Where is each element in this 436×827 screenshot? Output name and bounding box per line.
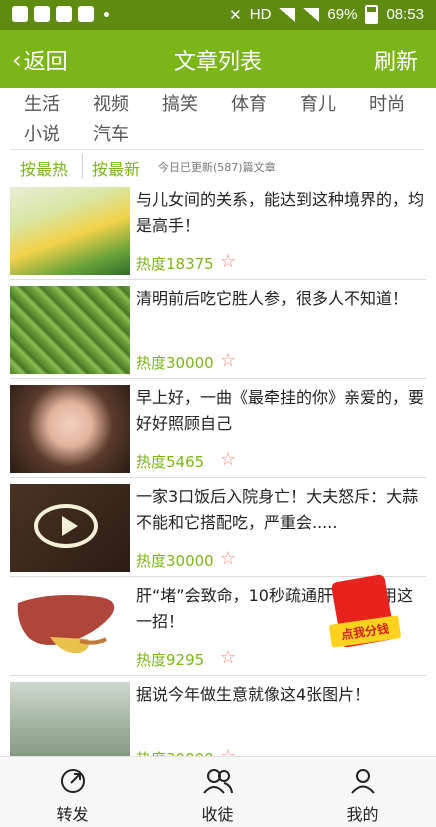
users-icon — [202, 769, 233, 794]
category-item[interactable]: 汽车 — [93, 120, 129, 146]
star-icon[interactable]: ☆ — [220, 350, 236, 371]
signal-icon — [303, 7, 320, 22]
category-item[interactable]: 视频 — [93, 90, 129, 116]
battery-percent: 69% — [327, 6, 358, 23]
article-title: 据说今年做生意就像这4张图片！ — [136, 685, 371, 704]
bottom-tab-bar: 转发 收徒 我的 — [0, 756, 436, 827]
article-item[interactable]: 早上好，一曲《最牵挂的你》亲爱的，要好好照顾自己 热度5465 ☆ — [10, 379, 426, 478]
tab-share-label: 转发 — [56, 805, 89, 824]
page-title: 文章列表 — [173, 50, 262, 75]
article-title: 早上好，一曲《最牵挂的你》亲爱的，要好好照顾自己 — [136, 388, 425, 433]
category-item[interactable]: 育儿 — [300, 90, 336, 116]
message-icon — [12, 6, 28, 22]
star-icon[interactable]: ☆ — [220, 251, 236, 272]
tab-mine[interactable]: 我的 — [290, 757, 435, 827]
share-icon — [60, 769, 85, 793]
star-icon[interactable]: ☆ — [220, 548, 236, 569]
category-item[interactable]: 生活 — [24, 90, 60, 116]
wifi-icon — [279, 7, 296, 22]
article-thumbnail — [10, 484, 130, 572]
hd-badge: HD — [249, 6, 272, 23]
category-item[interactable]: 小说 — [24, 120, 60, 146]
update-info: 今日已更新(587)篇文章 — [158, 161, 276, 174]
category-item[interactable]: 时尚 — [369, 90, 405, 116]
clock: 08:53 — [386, 6, 424, 23]
article-thumbnail — [10, 583, 130, 671]
sort-hot-button[interactable]: 按最热 — [20, 156, 68, 180]
article-item[interactable]: 与儿女间的关系，能达到这种境界的，均是高手！ 热度18375 ☆ — [10, 181, 426, 280]
battery-icon — [365, 5, 379, 24]
status-notifications — [12, 6, 109, 22]
article-item[interactable]: 清明前后吃它胜人参，很多人不知道！ 热度30000 ☆ — [10, 280, 426, 379]
dot-icon — [104, 11, 109, 17]
tab-mine-label: 我的 — [346, 805, 379, 824]
article-thumbnail — [10, 385, 130, 473]
sort-new-button[interactable]: 按最新 — [92, 156, 140, 180]
category-item[interactable]: 搞笑 — [162, 90, 198, 116]
mute-icon: ✕ — [229, 6, 242, 24]
article-title: 清明前后吃它胜人参，很多人不知道！ — [136, 289, 409, 308]
article-heat: 热度9295 — [136, 651, 205, 669]
app-header: ‹ 返回 文章列表 刷新 — [0, 30, 436, 88]
article-item[interactable]: 一家3口饭后入院身亡！大夫怒斥：大蒜不能和它搭配吃，严重会..... 热度300… — [10, 478, 426, 577]
refresh-button[interactable]: 刷新 — [374, 44, 418, 76]
tab-collect-label: 收徒 — [201, 805, 234, 824]
article-thumbnail — [10, 286, 130, 374]
sort-divider — [82, 154, 83, 178]
star-icon[interactable]: ☆ — [220, 449, 236, 470]
red-packet-button[interactable]: 点我分钱 — [328, 573, 402, 660]
star-icon[interactable]: ☆ — [220, 647, 236, 668]
article-heat: 热度18375 — [136, 255, 214, 273]
liver-illustration — [17, 595, 115, 654]
tab-collect[interactable]: 收徒 — [145, 757, 290, 827]
person-icon — [350, 769, 375, 794]
article-title: 与儿女间的关系，能达到这种境界的，均是高手！ — [136, 190, 425, 235]
status-indicators: ✕ HD 69% 08:53 — [229, 5, 424, 24]
article-heat: 热度30000 — [136, 354, 214, 372]
qq-icon — [34, 6, 50, 22]
tab-share[interactable]: 转发 — [0, 757, 145, 827]
play-icon — [34, 504, 98, 548]
status-bar: ✕ HD 69% 08:53 — [0, 0, 436, 30]
article-title: 一家3口饭后入院身亡！大夫怒斥：大蒜不能和它搭配吃，严重会..... — [136, 487, 419, 532]
sort-bar: 按最热 按最新 今日已更新(587)篇文章 — [10, 149, 424, 182]
square-icon — [78, 6, 94, 22]
article-heat: 热度30000 — [136, 552, 214, 570]
article-heat: 热度5465 — [136, 453, 205, 471]
wechat-icon — [56, 6, 72, 22]
category-item[interactable]: 体育 — [231, 90, 267, 116]
article-thumbnail — [10, 187, 130, 275]
